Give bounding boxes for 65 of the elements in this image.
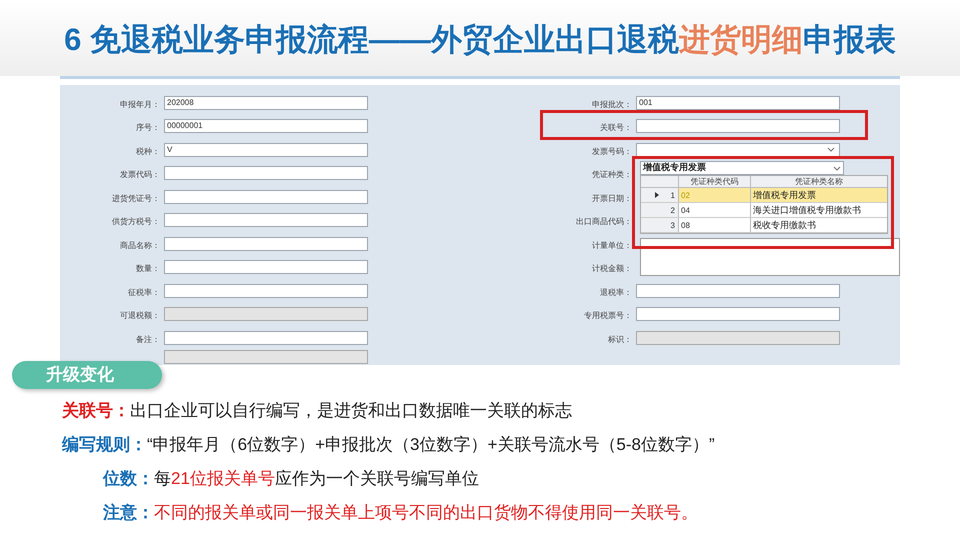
field-label: 申报批次： bbox=[592, 100, 632, 109]
field-label: 可退税额： bbox=[120, 311, 160, 320]
field-label: 凭证种类： bbox=[592, 170, 632, 180]
input-field[interactable] bbox=[636, 284, 840, 298]
field-label: 计量单位： bbox=[592, 240, 632, 250]
field-label: 税种： bbox=[136, 146, 160, 156]
field-label: 序号： bbox=[136, 123, 160, 132]
note-label: 编写规则： bbox=[62, 434, 147, 456]
field-label: 征税率： bbox=[128, 288, 160, 297]
input-field[interactable] bbox=[164, 260, 368, 274]
table-cell: 08 bbox=[679, 218, 751, 232]
row-pointer-icon bbox=[654, 192, 659, 198]
field-label: 申报年月： bbox=[120, 100, 160, 109]
input-field[interactable] bbox=[164, 213, 368, 228]
row-number: 2 bbox=[670, 204, 675, 216]
column-header: 凭证种类代码 bbox=[679, 176, 751, 187]
field-label: 发票代码： bbox=[120, 170, 160, 180]
field-label: 计税金额： bbox=[592, 264, 632, 274]
field-label: 数量： bbox=[136, 264, 160, 274]
input-field[interactable] bbox=[164, 190, 368, 204]
grid-row[interactable]: 1 02 增值税专用发票 bbox=[641, 188, 887, 203]
note-text: “申报年月（6位数字）+申报批次（3位数字）+关联号流水号（5-8位数字）” bbox=[147, 434, 715, 456]
field-label: 退税率： bbox=[600, 288, 632, 297]
note-label: 位数： bbox=[103, 468, 154, 490]
dropdown-field[interactable] bbox=[636, 142, 840, 157]
chevron-down-icon bbox=[827, 147, 835, 152]
field-label: 出口商品代码： bbox=[576, 217, 632, 226]
field-label: 发票号码： bbox=[592, 146, 632, 156]
field-label: 关联号： bbox=[600, 123, 632, 132]
field-label: 专用税票号： bbox=[584, 311, 632, 320]
column-header: 凭证种类名称 bbox=[794, 176, 844, 187]
table-cell-text: 税收专用缴款书 bbox=[752, 219, 817, 232]
input-field[interactable] bbox=[636, 119, 840, 134]
note-text: 出口企业可以自行编写，是进货和出口数据唯一关联的标志 bbox=[130, 400, 572, 422]
note-label: 注意： bbox=[103, 502, 154, 524]
input-field[interactable] bbox=[164, 284, 368, 298]
field-label: 备注： bbox=[136, 334, 160, 344]
table-cell: 02 bbox=[679, 188, 751, 202]
input-field[interactable]: 202008 bbox=[164, 96, 368, 110]
table-cell: 04 bbox=[679, 203, 751, 217]
slide-title: 6 免退税业务申报流程——外贸企业出口退税进货明细申报表 bbox=[64, 20, 896, 59]
input-field[interactable]: 00000001 bbox=[164, 119, 368, 134]
field-label: 供货方税号： bbox=[112, 217, 160, 226]
field-label: 标识： bbox=[608, 334, 632, 344]
grid-row[interactable]: 3 08 税收专用缴款书 bbox=[641, 218, 887, 233]
chevron-down-icon bbox=[833, 166, 841, 170]
note-label: 关联号： bbox=[62, 400, 130, 422]
combo-box[interactable]: 增值税专用发票 bbox=[640, 161, 844, 175]
input-field[interactable]: 001 bbox=[636, 96, 840, 110]
input-field[interactable] bbox=[636, 307, 840, 322]
field-label: 进货凭证号： bbox=[112, 194, 160, 203]
section-badge: 升级变化 bbox=[12, 361, 162, 389]
note-text: 每21位报关单号应作为一个关联号编写单位 bbox=[154, 468, 479, 490]
input-field[interactable]: V bbox=[164, 142, 368, 157]
input-field[interactable] bbox=[164, 330, 368, 345]
grid-row[interactable]: 2 04 海关进口增值税专用缴款书 bbox=[641, 203, 887, 218]
table-cell-text: 海关进口增值税专用缴款书 bbox=[752, 204, 862, 217]
input-field[interactable] bbox=[164, 236, 368, 251]
input-field[interactable] bbox=[164, 166, 368, 180]
field-label: 商品名称： bbox=[120, 240, 160, 250]
field-label: 开票日期： bbox=[592, 194, 632, 203]
row-number: 3 bbox=[670, 220, 675, 232]
table-cell-text: 增值税专用发票 bbox=[752, 189, 817, 202]
row-number: 1 bbox=[670, 190, 675, 202]
note-text: 不同的报关单或同一报关单上项号不同的出口货物不得使用同一关联号。 bbox=[154, 502, 698, 524]
